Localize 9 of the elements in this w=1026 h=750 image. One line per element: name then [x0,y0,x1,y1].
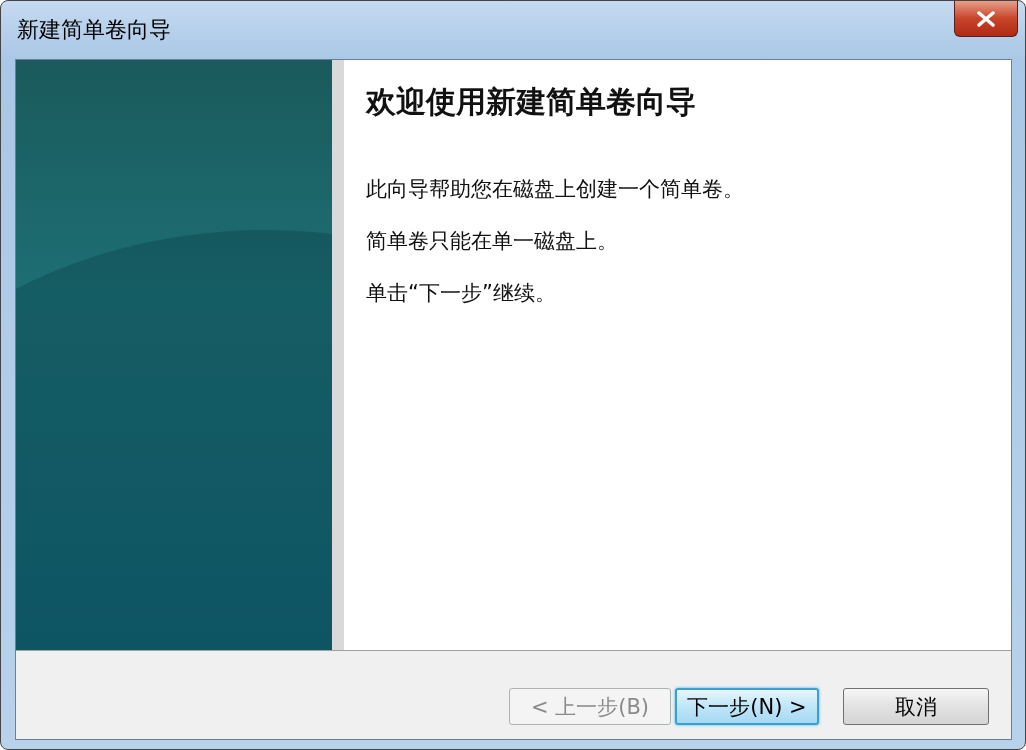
wizard-text: 单击“下一步”继续。 [366,280,557,307]
wizard-text: 此向导帮助您在磁盘上创建一个简单卷。 [366,176,745,203]
wizard-button[interactable]: 下一步(N) > [675,688,819,725]
close-icon [976,10,996,27]
wizard-text: 简单卷只能在单一磁盘上。 [366,228,619,255]
close-button[interactable] [954,1,1018,37]
wizard-button[interactable]: 取消 [843,688,989,725]
window-title: 新建简单卷向导 [16,16,171,44]
wizard-heading: 欢迎使用新建简单卷向导 [366,83,697,121]
